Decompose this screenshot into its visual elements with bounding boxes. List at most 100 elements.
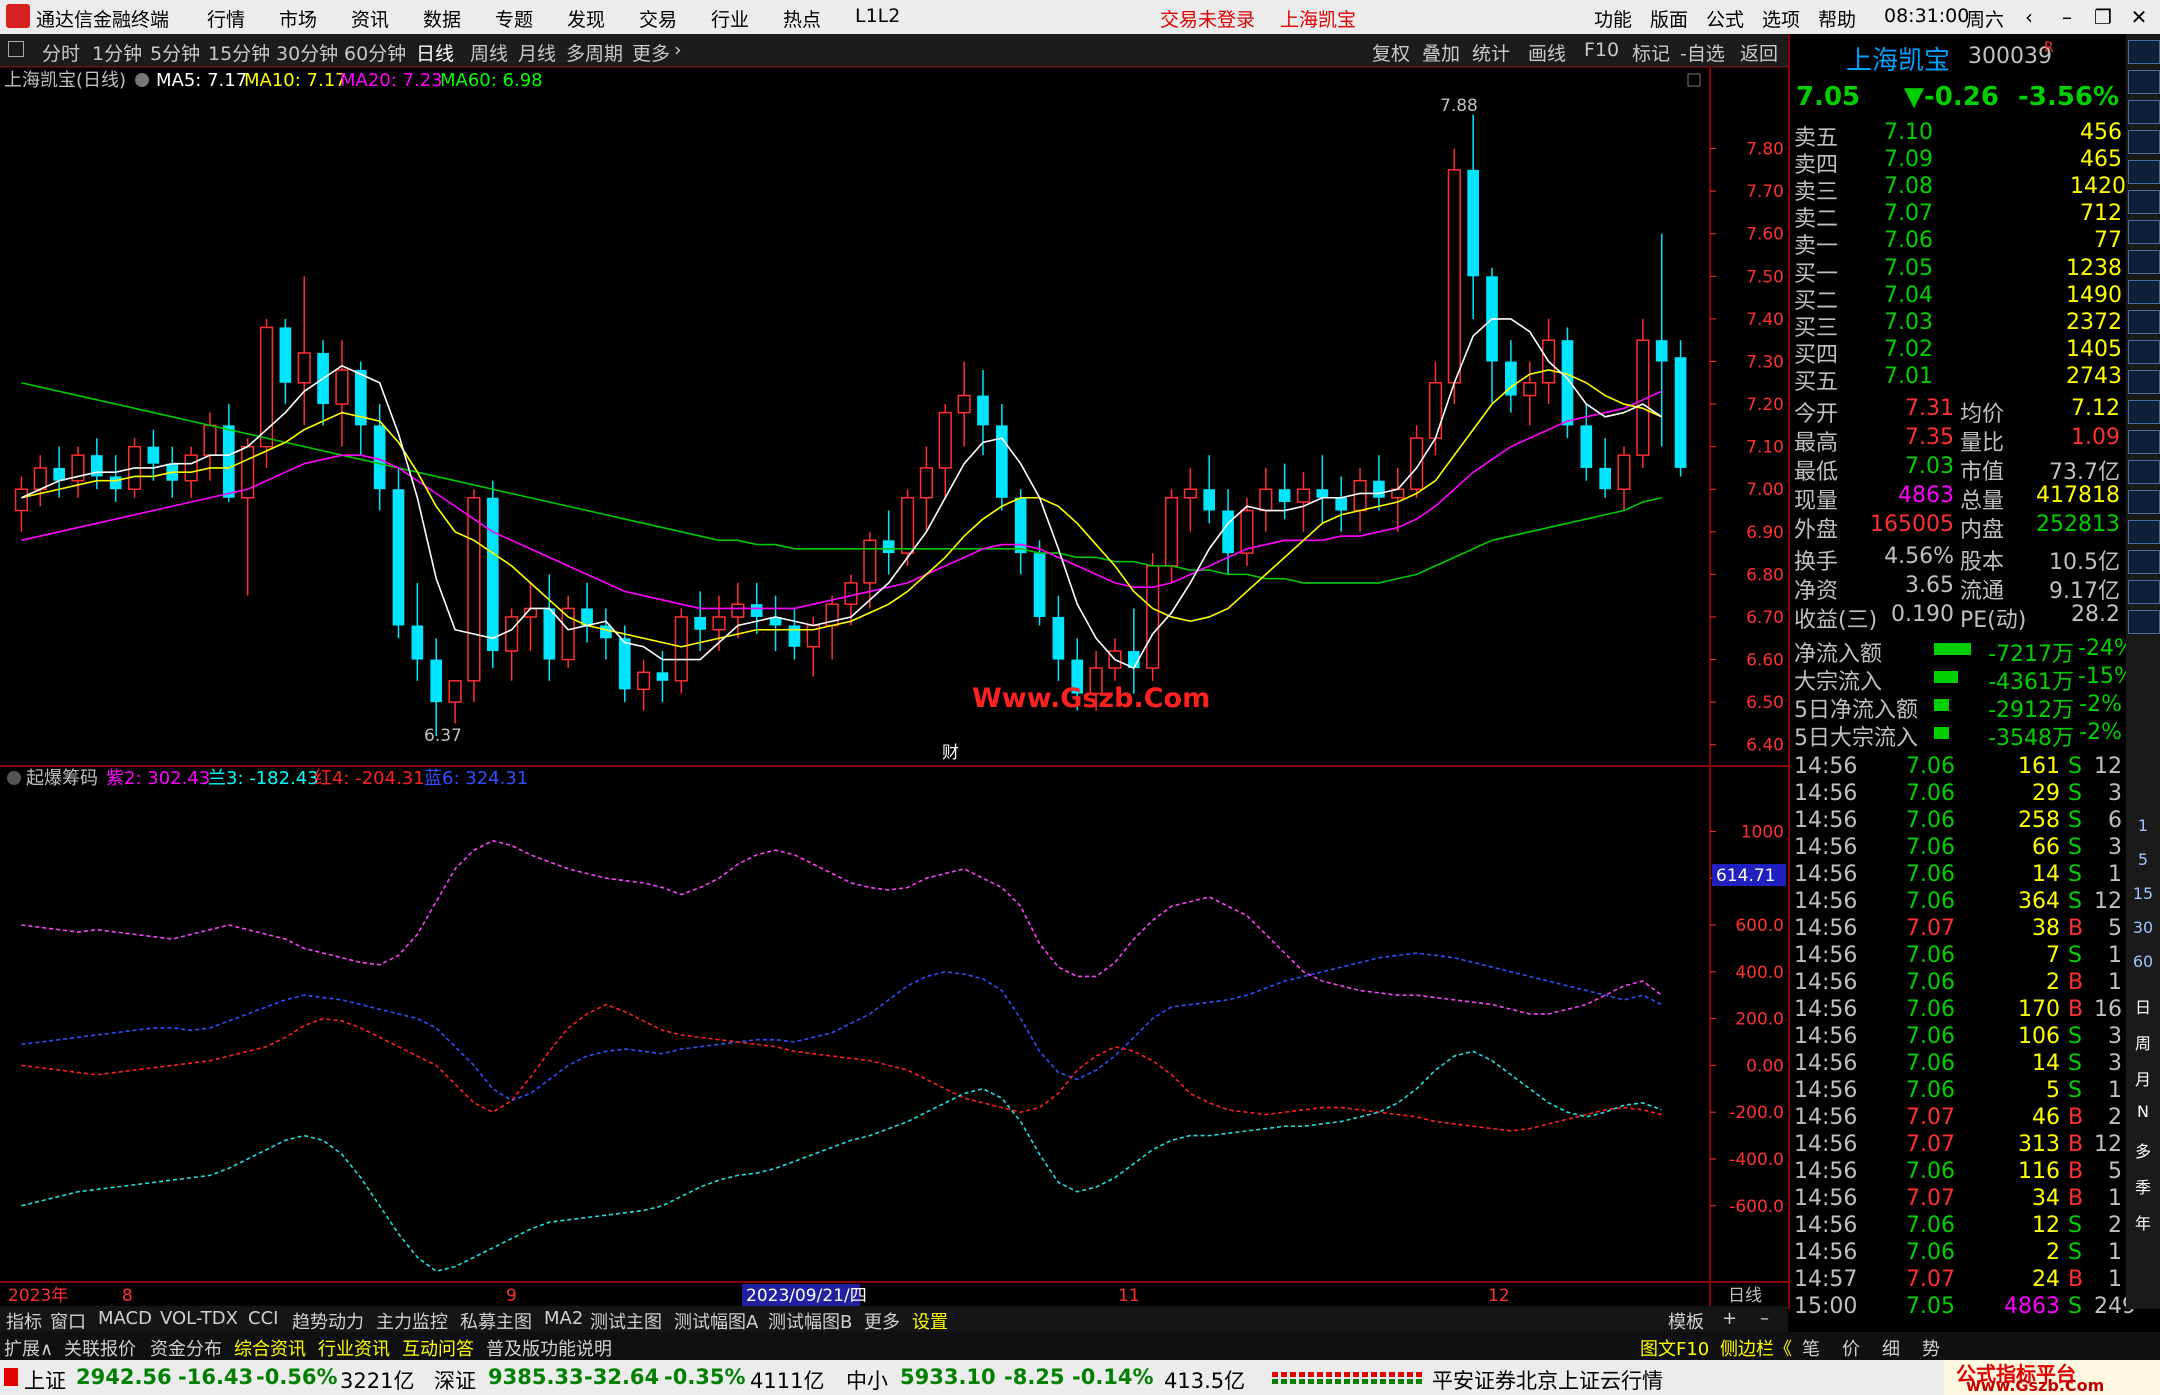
tab-chuangkou[interactable]: 窗口 [50, 1308, 86, 1334]
side-period-2[interactable]: 月 [2128, 1066, 2158, 1090]
tab-zijin[interactable]: 资金分布 [150, 1335, 222, 1361]
menu-jiaoyi[interactable]: 交易 [639, 5, 677, 32]
doc-icon[interactable] [2128, 250, 2160, 274]
tab-puji[interactable]: 普及版功能说明 [486, 1335, 612, 1361]
tool-fuquan[interactable]: 复权 [1372, 39, 1410, 66]
tab-ceshi-a[interactable]: 测试幅图A [674, 1308, 758, 1334]
menu-shuju[interactable]: 数据 [423, 5, 461, 32]
tool-zixuan[interactable]: -自选 [1680, 39, 1725, 66]
menu-l1l2[interactable]: L1L2 [855, 5, 900, 27]
rss-icon[interactable] [2128, 460, 2160, 484]
zx-index-name[interactable]: 中小 [846, 1365, 888, 1395]
period-monthly[interactable]: 月线 [518, 39, 556, 66]
tab-ceshi-main[interactable]: 测试主图 [590, 1308, 662, 1334]
period-more[interactable]: 更多 [632, 39, 670, 66]
plus-icon[interactable]: + [1722, 1308, 1737, 1329]
tool-tongji[interactable]: 统计 [1472, 39, 1510, 66]
tool-fanhui[interactable]: 返回 [1740, 39, 1778, 66]
menu-xuanxiang[interactable]: 选项 [1762, 5, 1800, 32]
dollar-icon[interactable] [2128, 490, 2160, 514]
template-button[interactable]: 模板 [1668, 1308, 1704, 1334]
trade-status[interactable]: 交易未登录 [1160, 5, 1255, 32]
menu-bangzhu[interactable]: 帮助 [1818, 5, 1856, 32]
side-period-5[interactable]: 季 [2128, 1174, 2158, 1198]
table-icon[interactable] [2128, 580, 2160, 604]
server-name[interactable]: 平安证券北京上证云行情 [1432, 1365, 1663, 1395]
back-icon[interactable]: ‹ [2012, 5, 2046, 31]
sh-index-name[interactable]: 上证 [24, 1365, 66, 1395]
arrow-up-icon[interactable] [2128, 40, 2160, 64]
tab-sidebar[interactable]: 侧边栏《 [1720, 1335, 1792, 1361]
side-period-4[interactable]: 多 [2128, 1138, 2158, 1162]
tab-vol[interactable]: VOL-TDX [160, 1308, 238, 1329]
tab-zhuli[interactable]: 主力监控 [376, 1308, 448, 1334]
close-icon[interactable]: ✕ [2122, 5, 2156, 31]
tab-hangye[interactable]: 行业资讯 [318, 1335, 390, 1361]
tab-hudong[interactable]: 互动问答 [402, 1335, 474, 1361]
chart-icon[interactable] [2128, 190, 2160, 214]
tab-ceshi-b[interactable]: 测试幅图B [768, 1308, 852, 1334]
tab-settings[interactable]: 设置 [912, 1308, 948, 1334]
period-5min[interactable]: 5分钟 [150, 39, 200, 66]
side-minute-60[interactable]: 60 [2128, 952, 2158, 971]
side-period-3[interactable]: N [2128, 1102, 2158, 1121]
tab-macd[interactable]: MACD [98, 1308, 152, 1329]
layout-icon[interactable] [8, 41, 24, 57]
pen-icon[interactable] [2128, 550, 2160, 574]
side-minute-5[interactable]: 5 [2128, 850, 2158, 869]
menu-faxian[interactable]: 发现 [567, 5, 605, 32]
period-30min[interactable]: 30分钟 [276, 39, 338, 66]
side-period-6[interactable]: 年 [2128, 1210, 2158, 1234]
side-period-1[interactable]: 周 [2128, 1030, 2158, 1054]
sz-index-name[interactable]: 深证 [434, 1365, 476, 1395]
menu-hangye[interactable]: 行业 [711, 5, 749, 32]
side-period-0[interactable]: 日 [2128, 994, 2158, 1018]
period-1min[interactable]: 1分钟 [92, 39, 142, 66]
tab-zhibiao[interactable]: 指标 [6, 1308, 42, 1334]
tab-xi[interactable]: 细 [1882, 1335, 1900, 1361]
side-minute-15[interactable]: 15 [2128, 884, 2158, 903]
arrow-up-icon[interactable] [2128, 70, 2160, 94]
tab-more[interactable]: 更多 [864, 1308, 900, 1334]
menu-hangqing[interactable]: 行情 [207, 5, 245, 32]
box-icon[interactable] [2128, 610, 2160, 634]
side-minute-1[interactable]: 1 [2128, 816, 2158, 835]
kline-chart[interactable]: 7.80 7.70 7.60 7.50 7.40 7.30 7.20 7.10 7.00 6.90… [0, 66, 1788, 1306]
tab-cci[interactable]: CCI [248, 1308, 278, 1329]
menu-gongneng[interactable]: 功能 [1594, 5, 1632, 32]
move-icon[interactable] [2128, 520, 2160, 544]
fin-marker[interactable]: 财 [942, 743, 959, 763]
menu-shichang[interactable]: 市场 [279, 5, 317, 32]
period-fenshi[interactable]: 分时 [42, 39, 80, 66]
tab-simu[interactable]: 私募主图 [460, 1308, 532, 1334]
calc-icon[interactable] [2128, 130, 2160, 154]
tab-guanlian[interactable]: 关联报价 [64, 1335, 136, 1361]
side-minute-30[interactable]: 30 [2128, 918, 2158, 937]
menu-zixun[interactable]: 资讯 [351, 5, 389, 32]
tool-f10[interactable]: F10 [1584, 39, 1619, 61]
tab-expand[interactable]: 扩展∧ [4, 1335, 53, 1361]
grid-icon[interactable] [2128, 160, 2160, 184]
tab-shi[interactable]: 势 [1922, 1335, 1940, 1361]
pie-icon[interactable] [2128, 400, 2160, 424]
list-icon[interactable] [2128, 220, 2160, 244]
menu-banmian[interactable]: 版面 [1650, 5, 1688, 32]
tool-huaxian[interactable]: 画线 [1528, 39, 1566, 66]
chevron-right-icon[interactable]: › [674, 39, 682, 61]
globe-icon[interactable] [2128, 370, 2160, 394]
tool-biaoji[interactable]: 标记 [1632, 39, 1670, 66]
wave-icon[interactable] [2128, 430, 2160, 454]
layers-icon[interactable] [2128, 310, 2160, 334]
tool-diejia[interactable]: 叠加 [1422, 39, 1460, 66]
flask-icon[interactable] [2128, 340, 2160, 364]
tab-bi[interactable]: 笔 [1802, 1335, 1820, 1361]
menu-redian[interactable]: 热点 [783, 5, 821, 32]
period-60min[interactable]: 60分钟 [344, 39, 406, 66]
restore-icon[interactable]: ❐ [2086, 5, 2120, 31]
tab-qushi[interactable]: 趋势动力 [292, 1308, 364, 1334]
menu-zhuanti[interactable]: 专题 [495, 5, 533, 32]
finance-icon[interactable] [2128, 280, 2160, 304]
arrow-down-icon[interactable] [2128, 100, 2160, 124]
minimize-icon[interactable]: – [2050, 5, 2084, 31]
minus-icon[interactable]: – [1760, 1308, 1769, 1329]
